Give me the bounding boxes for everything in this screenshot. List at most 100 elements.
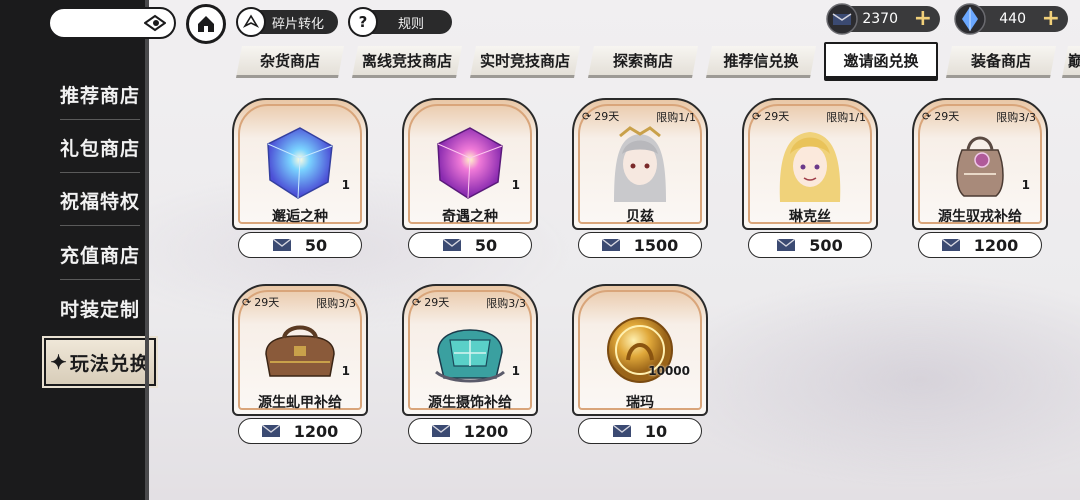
purchase-limit: 限购3/3 [316,297,356,310]
refresh-timer: ⟳ 29天 [922,108,959,124]
item-price: 1200 [293,421,339,441]
item-price: 50 [474,235,498,255]
item-name: 贝兹 [626,209,654,225]
tab-more[interactable]: 巅 [1062,46,1080,78]
shop-item-card[interactable]: ⟳ 29天 限购3/3 1 源生虬甲补给 1200 [232,284,368,444]
timer-text: 29天 [934,110,960,123]
tab-label: 邀请函兑换 [843,51,919,70]
tab-label: 推荐信兑换 [723,52,799,70]
sidebar-item-recharge[interactable]: 充值商店 [50,234,150,280]
help-icon: ? [348,7,378,37]
price-button[interactable]: 50 [238,232,362,258]
sidebar-item-blessing[interactable]: 祝福特权 [50,180,150,226]
envelope-icon [442,239,461,251]
tab-general-store[interactable]: 杂货商店 [236,46,344,78]
supply-bag-icon [265,325,335,377]
rules-label: 规则 [398,16,425,32]
shop-item-card[interactable]: ⟳ 29天 限购1/1 琳克丝 500 [742,98,878,258]
timer-text: 29天 [594,110,620,123]
sidebar-item-exchange[interactable]: ✦ 玩法兑换 [44,338,156,386]
divider [60,279,140,280]
blue-seed-crystal-icon [267,127,333,199]
price-button[interactable]: 1200 [408,418,532,444]
price-button[interactable]: 1200 [918,232,1042,258]
price-button[interactable]: 50 [408,232,532,258]
price-button[interactable]: 500 [748,232,872,258]
item-name: 源生摄饰补给 [428,395,512,411]
tab-invitation[interactable]: 邀请函兑换 [824,42,938,78]
item-price: 500 [809,235,843,255]
price-button[interactable]: 1500 [578,232,702,258]
envelope-icon [272,239,291,251]
price-button[interactable]: 10 [578,418,702,444]
item-price: 10 [644,421,668,441]
refresh-icon: ⟳ [752,109,762,123]
purchase-limit: 限购1/1 [826,111,866,124]
sidebar-item-fashion[interactable]: 时装定制 [50,288,150,328]
refresh-icon: ⟳ [242,295,252,309]
refresh-timer: ⟳ 29天 [412,294,449,310]
tab-explore[interactable]: 探索商店 [588,46,698,78]
item-quantity: 1 [341,364,350,378]
tab-equipment[interactable]: 装备商店 [946,46,1056,78]
purchase-limit: 限购3/3 [486,297,526,310]
envelope-icon [612,425,631,437]
refresh-icon: ⟳ [922,109,932,123]
eye-icon[interactable] [144,14,166,32]
item-quantity: 10000 [648,364,690,378]
sidebar-item-recommended-shop[interactable]: 推荐商店 [50,74,150,120]
currency-value: 440 [999,11,1026,27]
fragment-icon [236,7,266,37]
refresh-icon: ⟳ [412,295,422,309]
envelope-icon [941,239,960,251]
currency-invitation: 2370 + [826,3,940,35]
envelope-icon [777,239,796,251]
search-input[interactable] [48,7,176,39]
divider [60,225,140,226]
shop-item-card[interactable]: ⟳ 29天 限购3/3 1 源生驭戎补给 1200 [912,98,1048,258]
item-name: 邂逅之种 [272,209,328,225]
character-portrait-icon [779,132,841,202]
shop-item-card[interactable]: 10000 瑞玛 10 [572,284,708,444]
refresh-timer: ⟳ 29天 [582,108,619,124]
currency-crystal: 440 + [954,3,1068,35]
purple-seed-crystal-icon [437,127,503,199]
add-currency-button[interactable]: + [1042,7,1060,31]
star-icon: ✦ [50,350,68,374]
tab-realtime-arena[interactable]: 实时竞技商店 [470,46,580,78]
timer-text: 29天 [254,296,280,309]
envelope-icon [601,239,620,251]
item-quantity: 1 [1021,178,1030,192]
fragment-label: 碎片转化 [272,16,325,32]
sidebar-item-label: 推荐商店 [59,84,140,107]
sidebar-item-label: 祝福特权 [59,190,140,213]
item-price: 1200 [973,235,1019,255]
tab-offline-arena[interactable]: 离线竞技商店 [352,46,462,78]
item-name: 琳克丝 [789,209,831,225]
sidebar-item-gift-shop[interactable]: 礼包商店 [50,127,150,173]
envelope-currency-icon [826,3,858,35]
shop-item-card[interactable]: 1 奇遇之种 50 [402,98,538,258]
item-price: 50 [304,235,328,255]
fragment-convert-button[interactable]: 碎片转化 [236,7,338,37]
item-price: 1200 [463,421,509,441]
purchase-limit: 限购1/1 [656,111,696,124]
add-currency-button[interactable]: + [914,7,932,31]
refresh-timer: ⟳ 29天 [242,294,279,310]
price-button[interactable]: 1200 [238,418,362,444]
crystal-currency-icon [954,3,986,35]
shop-item-card[interactable]: ⟳ 29天 限购3/3 1 源生摄饰补给 1200 [402,284,538,444]
tab-label: 巅 [1068,52,1080,70]
shop-item-card[interactable]: ⟳ 29天 限购1/1 贝兹 1500 [572,98,708,258]
sidebar-item-label: 礼包商店 [59,137,140,160]
refresh-timer: ⟳ 29天 [752,108,789,124]
tab-label: 离线竞技商店 [361,52,452,70]
home-icon [198,16,214,32]
home-button[interactable] [186,4,226,44]
tab-label: 实时竞技商店 [479,52,570,70]
rules-button[interactable]: ? 规则 [348,7,452,37]
tab-recommend-letter[interactable]: 推荐信兑换 [706,46,816,78]
item-quantity: 1 [511,178,520,192]
timer-text: 29天 [764,110,790,123]
shop-item-card[interactable]: 1 邂逅之种 50 [232,98,368,258]
